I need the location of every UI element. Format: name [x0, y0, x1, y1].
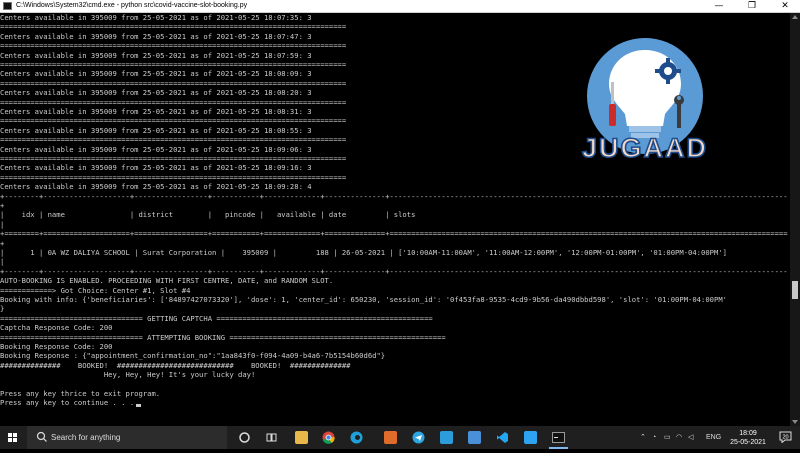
title-bar: C:\Windows\System32\cmd.exe - python src… — [0, 0, 800, 13]
jugaad-logo: JUGAAD — [581, 38, 708, 164]
logo-text: JUGAAD — [582, 133, 708, 163]
console-scrollbar[interactable] — [790, 13, 800, 426]
battery-icon[interactable]: ▭ — [664, 426, 671, 449]
language-indicator[interactable]: ENG — [706, 426, 721, 449]
window-title: C:\Windows\System32\cmd.exe - python src… — [16, 2, 248, 9]
console-cursor — [135, 404, 141, 408]
maximize-button[interactable]: ❐ — [738, 0, 766, 12]
console-line: +--------+--------------------+---------… — [0, 266, 788, 276]
console-line: Press any key to continue . . . — [0, 398, 135, 408]
console-line: | — [0, 219, 5, 229]
clock-time: 18:09 — [739, 430, 757, 437]
console-line: + — [0, 201, 5, 210]
dropbox-icon[interactable] — [524, 431, 537, 444]
console-line: } — [0, 304, 5, 314]
console-line: Hey, Hey, Hey! It's your lucky day! — [0, 370, 256, 380]
cmd-icon — [3, 2, 12, 10]
notification-icon[interactable]: 20 — [779, 431, 792, 443]
console-line: Booking Response Code: 200 — [0, 342, 113, 351]
console-line: ========================================… — [0, 154, 347, 163]
console-line: Centers available in 395009 from 25-05-2… — [0, 182, 312, 192]
console-line: ========================================… — [0, 116, 347, 126]
console-line: +--------+--------------------+---------… — [0, 191, 788, 201]
console-line: Centers available in 395009 from 25-05-2… — [0, 163, 312, 173]
xampp-icon[interactable] — [384, 431, 397, 444]
notification-count: 20 — [782, 435, 788, 441]
vscode-icon[interactable] — [496, 431, 509, 444]
console-line: | idx | name | district | pincode | avai… — [0, 210, 416, 220]
edge-icon[interactable] — [350, 431, 363, 444]
search-icon — [36, 431, 47, 442]
console-line: ================================= ATTEMP… — [0, 332, 446, 342]
taskbar: Search for anything ⌃ ◔ ▭ ◠ ◁ ENG 18:09 … — [0, 426, 800, 449]
console-line: ========================================… — [0, 41, 347, 51]
console-line: Centers available in 395009 from 25-05-2… — [0, 125, 312, 135]
scroll-up-icon[interactable] — [792, 15, 798, 19]
cmd-taskbar-icon[interactable] — [552, 431, 565, 444]
console-line: Centers available in 395009 from 25-05-2… — [0, 107, 312, 116]
telegram-icon[interactable] — [412, 431, 425, 444]
tray-overflow-icon[interactable]: ⌃ — [640, 426, 646, 449]
windows-icon — [8, 433, 17, 442]
scroll-down-icon[interactable] — [792, 420, 798, 424]
console-line: | — [0, 257, 5, 267]
photos-icon[interactable] — [468, 431, 481, 444]
console-line: AUTO-BOOKING IS ENABLED. PROCEEDING WITH… — [0, 276, 334, 286]
console-line: | 1 | 0A WZ DALIYA SCHOOL | Surat Corpor… — [0, 248, 727, 257]
console-line: Centers available in 395009 from 25-05-2… — [0, 144, 312, 154]
chrome-icon[interactable] — [322, 431, 335, 444]
console-line: Captcha Response Code: 200 — [0, 323, 113, 333]
tray-icon-a[interactable]: ◔ — [652, 426, 656, 449]
console-line: ############## BOOKED! #################… — [0, 360, 351, 370]
clock-date: 25-05-2021 — [730, 439, 766, 446]
console-line: Booking with info: {'beneficiaries': ['8… — [0, 295, 727, 304]
console-line: +========+====================+=========… — [0, 229, 788, 239]
console-line: ========================================… — [0, 60, 347, 69]
console-line: Booking Response : {"appointment_confirm… — [0, 351, 386, 361]
console-line: ================================= GETTIN… — [0, 313, 433, 323]
close-button[interactable]: ✕ — [771, 0, 799, 12]
console-line: ========================================… — [0, 78, 347, 88]
search-placeholder: Search for anything — [51, 433, 121, 442]
file-explorer-icon[interactable] — [295, 431, 308, 444]
task-view-icon[interactable] — [265, 431, 278, 444]
console-line: Centers available in 395009 from 25-05-2… — [0, 88, 312, 98]
clock[interactable]: 18:09 25-05-2021 — [724, 429, 772, 447]
console-line: ============> Got Choice: Center #1, Slo… — [0, 285, 191, 295]
console-line: ========================================… — [0, 172, 347, 182]
minimize-button[interactable]: — — [705, 0, 733, 12]
console-line: + — [0, 238, 5, 248]
taskbar-search-box[interactable]: Search for anything — [27, 426, 227, 449]
volume-icon[interactable]: ◁ — [688, 426, 693, 449]
app-icon-blue[interactable] — [440, 431, 453, 444]
console-line: ========================================… — [0, 22, 347, 32]
console-line: ========================================… — [0, 135, 347, 145]
network-icon[interactable]: ◠ — [676, 426, 682, 449]
scrollbar-thumb[interactable] — [792, 281, 798, 299]
console-line: ========================================… — [0, 97, 347, 107]
console-line: Centers available in 395009 from 25-05-2… — [0, 31, 312, 41]
console-line: Press any key thrice to exit program. — [0, 389, 161, 398]
console-line: Centers available in 395009 from 25-05-2… — [0, 50, 312, 60]
cortana-icon[interactable] — [238, 431, 251, 444]
start-button[interactable] — [0, 426, 26, 449]
console-line: Centers available in 395009 from 25-05-2… — [0, 69, 312, 79]
console-line: Centers available in 395009 from 25-05-2… — [0, 13, 312, 22]
